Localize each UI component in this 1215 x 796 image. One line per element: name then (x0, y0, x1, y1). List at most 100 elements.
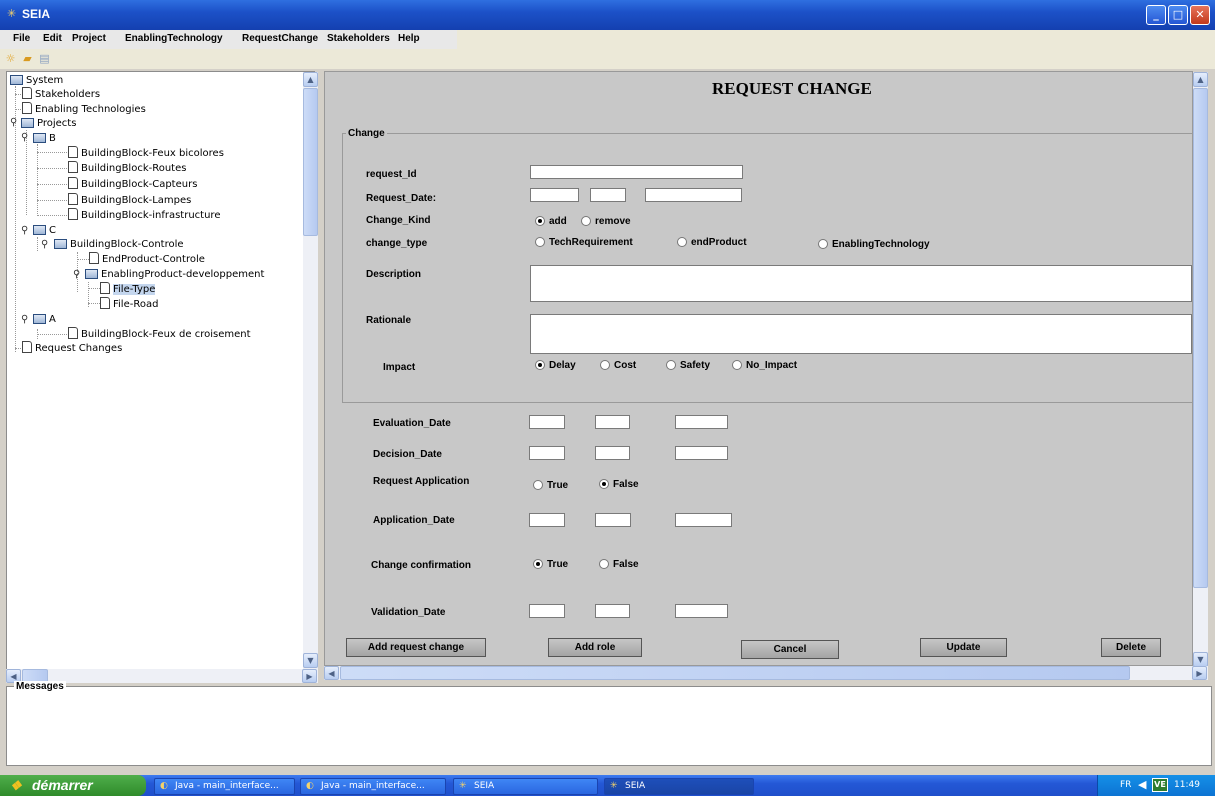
menu-help[interactable]: Help (398, 33, 420, 44)
tree-node-file-road[interactable]: File-Road (100, 297, 158, 312)
taskbar-item-java[interactable]: ◐ Java - main_interface... (154, 778, 295, 795)
tree-node-request-changes[interactable]: Request Changes (22, 341, 122, 356)
expand-handle-icon[interactable]: ⚲ (21, 225, 28, 236)
menu-edit[interactable]: Edit (43, 33, 62, 44)
expand-handle-icon[interactable]: ⚲ (73, 269, 80, 280)
request-date-year[interactable] (645, 188, 742, 202)
impact-no-impact-radio[interactable]: No_Impact (732, 360, 797, 372)
menu-file[interactable]: File (13, 33, 30, 44)
language-indicator[interactable]: FR (1120, 780, 1131, 790)
tree-node-buildingblock[interactable]: BuildingBlock-Capteurs (68, 177, 197, 192)
taskbar-item-seia[interactable]: ✳ SEIA (453, 778, 598, 795)
expand-handle-icon[interactable]: ⚲ (10, 117, 17, 128)
update-button[interactable]: Update (920, 638, 1007, 657)
tree-node-stakeholders[interactable]: Stakeholders (22, 87, 100, 102)
request-date-month[interactable] (590, 188, 626, 202)
tree-node-a[interactable]: A (33, 312, 56, 327)
description-label: Description (366, 269, 422, 280)
change-type-enabling-radio[interactable]: EnablingTechnology (818, 239, 930, 251)
scroll-thumb[interactable] (1193, 88, 1208, 588)
file-icon (68, 161, 78, 173)
impact-delay-radio[interactable]: Delay (535, 360, 576, 372)
delete-button[interactable]: Delete (1101, 638, 1161, 657)
maximize-button[interactable]: □ (1168, 5, 1188, 25)
validation-date-month[interactable] (595, 604, 630, 618)
add-role-button[interactable]: Add role (548, 638, 642, 657)
scroll-left-icon[interactable]: ◀ (324, 666, 339, 680)
impact-safety-radio[interactable]: Safety (666, 360, 710, 372)
evaluation-date-year[interactable] (675, 415, 728, 429)
tree-node-buildingblock[interactable]: BuildingBlock-Feux bicolores (68, 146, 224, 161)
open-folder-icon[interactable]: ▰ (21, 52, 34, 65)
form-horizontal-scrollbar[interactable]: ◀ ▶ (324, 666, 1208, 680)
change-confirmation-true-radio[interactable]: True (533, 559, 568, 571)
decision-date-day[interactable] (529, 446, 565, 460)
description-textarea[interactable] (530, 265, 1192, 302)
rationale-textarea[interactable] (530, 314, 1192, 354)
tree-node-buildingblock-controle[interactable]: BuildingBlock-Controle (54, 237, 184, 252)
menu-project[interactable]: Project (72, 33, 106, 44)
scroll-down-icon[interactable]: ▼ (303, 653, 318, 668)
request-id-input[interactable] (530, 165, 743, 179)
scroll-right-icon[interactable]: ▶ (1192, 666, 1207, 680)
change-confirmation-false-radio[interactable]: False (599, 559, 639, 571)
tree-node-enablingproduct[interactable]: EnablingProduct-developpement (85, 267, 264, 282)
request-application-false-radio[interactable]: False (599, 479, 639, 491)
tree-node-buildingblock[interactable]: BuildingBlock-Routes (68, 161, 186, 176)
application-date-month[interactable] (595, 513, 631, 527)
minimize-button[interactable]: _ (1146, 5, 1166, 25)
close-button[interactable]: ✕ (1190, 5, 1210, 25)
tree-node-endproduct-controle[interactable]: EndProduct-Controle (89, 252, 205, 267)
start-button[interactable]: ❖ démarrer (0, 775, 146, 796)
taskbar-item-seia-active[interactable]: ✳ SEIA (604, 778, 754, 795)
change-confirmation-label: Change confirmation (371, 560, 472, 571)
scroll-thumb[interactable] (303, 88, 318, 236)
request-application-true-radio[interactable]: True (533, 480, 568, 492)
change-kind-remove-radio[interactable]: remove (581, 216, 631, 228)
validation-date-year[interactable] (675, 604, 728, 618)
expand-handle-icon[interactable]: ⚲ (41, 239, 48, 250)
paste-icon[interactable]: ▤ (38, 52, 51, 65)
tree-vertical-scrollbar[interactable]: ▲ ▼ (303, 72, 318, 669)
tree-node-buildingblock-feux-croisement[interactable]: BuildingBlock-Feux de croisement (68, 327, 251, 342)
application-date-day[interactable] (529, 513, 565, 527)
tree-node-b[interactable]: B (33, 131, 56, 146)
change-kind-add-radio[interactable]: add (535, 216, 567, 228)
menu-enabling-technology[interactable]: EnablingTechnology (125, 33, 223, 44)
menu-request-change[interactable]: RequestChange (242, 33, 318, 44)
tree-node-c[interactable]: C (33, 223, 56, 238)
tree-node-buildingblock[interactable]: BuildingBlock-Lampes (68, 193, 191, 208)
validation-date-day[interactable] (529, 604, 565, 618)
add-request-change-button[interactable]: Add request change (346, 638, 486, 657)
menu-stakeholders[interactable]: Stakeholders (327, 33, 390, 44)
scroll-down-icon[interactable]: ▼ (1193, 652, 1208, 667)
scroll-up-icon[interactable]: ▲ (1193, 72, 1208, 87)
expand-handle-icon[interactable]: ⚲ (21, 314, 28, 325)
tree-node-buildingblock[interactable]: BuildingBlock-infrastructure (68, 208, 220, 223)
chevron-left-icon[interactable]: ◀ (1138, 778, 1146, 791)
evaluation-date-month[interactable] (595, 415, 630, 429)
tray-badge-icon[interactable]: VE (1152, 778, 1168, 792)
new-icon[interactable]: ☼ (4, 52, 17, 65)
decision-date-year[interactable] (675, 446, 728, 460)
application-date-year[interactable] (675, 513, 732, 527)
cancel-button[interactable]: Cancel (741, 640, 839, 659)
tree-node-enabling-technologies[interactable]: Enabling Technologies (22, 102, 146, 117)
request-date-day[interactable] (530, 188, 579, 202)
scroll-right-icon[interactable]: ▶ (302, 669, 317, 683)
tree-node-file-type[interactable]: File-Type (100, 282, 156, 297)
form-vertical-scrollbar[interactable]: ▲ ▼ (1193, 72, 1208, 668)
impact-cost-radio[interactable]: Cost (600, 360, 636, 372)
eclipse-icon: ◐ (160, 781, 168, 791)
expand-handle-icon[interactable]: ⚲ (21, 132, 28, 143)
scroll-up-icon[interactable]: ▲ (303, 72, 318, 87)
change-type-endproduct-radio[interactable]: endProduct (677, 237, 747, 249)
taskbar-item-java[interactable]: ◐ Java - main_interface... (300, 778, 446, 795)
change-type-tech-radio[interactable]: TechRequirement (535, 237, 633, 249)
decision-date-month[interactable] (595, 446, 630, 460)
evaluation-date-day[interactable] (529, 415, 565, 429)
scroll-thumb[interactable] (340, 666, 1130, 680)
file-icon (68, 146, 78, 158)
tree-node-system[interactable]: System (10, 73, 63, 88)
tree-node-projects[interactable]: Projects (21, 116, 76, 131)
